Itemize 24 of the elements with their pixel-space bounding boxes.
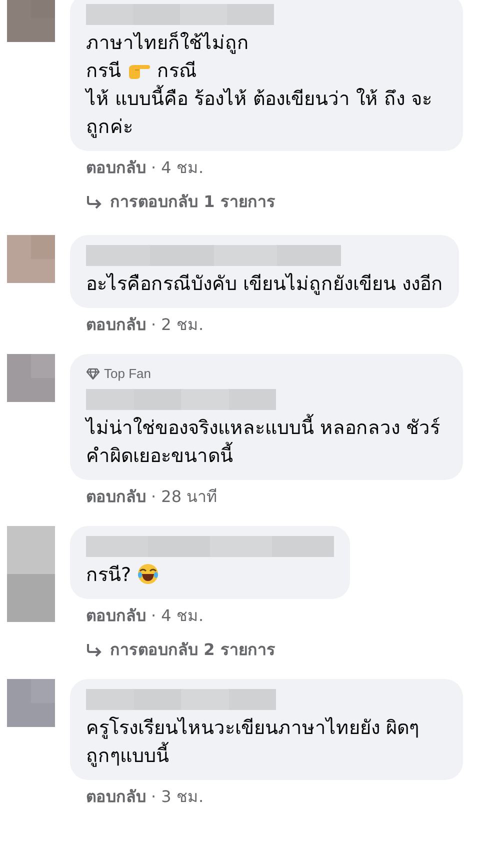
- top-fan-label: Top Fan: [104, 365, 151, 383]
- reply-arrow-icon: [86, 195, 102, 209]
- comment-text: กรนี กรณี: [86, 59, 198, 84]
- comment-time: · 4 ชม.: [151, 604, 204, 626]
- comment-time: · 2 ชม.: [151, 314, 204, 336]
- comment-text: ไห้ แบบนี้คือ ร้องไห้ ต้องเขียนว่า ให้ ถึง จะถูกค่ะ: [86, 85, 447, 141]
- comment-text: ภาษาไทยก็ใช้ไม่ถูก: [86, 30, 250, 56]
- comment-time: · 3 ชม.: [151, 786, 204, 808]
- comment-text: กรนี?: [86, 560, 334, 588]
- comment-text: ครูโรงเรียนไหนวะเขียนภาษาไทยยัง ผิดๆถูกๆแบบนี้: [86, 716, 420, 769]
- reply-link[interactable]: ตอบกลับ: [86, 786, 146, 808]
- view-replies-link[interactable]: การตอบกลับ 2 รายการ: [86, 638, 276, 660]
- view-replies-link[interactable]: การตอบกลับ 1 รายการ: [86, 191, 276, 213]
- diamond-icon: [86, 368, 100, 380]
- reply-link[interactable]: ตอบกลับ: [86, 486, 146, 508]
- laughing-emoji-icon: [137, 562, 160, 584]
- reply-link[interactable]: ตอบกลับ: [86, 157, 146, 179]
- comment-time: · 28 นาที: [151, 486, 218, 508]
- reply-link[interactable]: ตอบกลับ: [86, 604, 146, 626]
- comment-text: อะไรคือกรณีบังคับ เขียนไม่ถูกยังเขียน งงอีก: [86, 272, 444, 297]
- comment-time: · 4 ชม.: [151, 157, 204, 179]
- reply-arrow-icon: [86, 642, 102, 656]
- comment-text: ไม่น่าใช่ของจริงแหละแบบนี้ หลอกลวง ชัวร์ คำผิดเยอะขนาดนี้: [86, 414, 447, 470]
- reply-link[interactable]: ตอบกลับ: [86, 314, 146, 336]
